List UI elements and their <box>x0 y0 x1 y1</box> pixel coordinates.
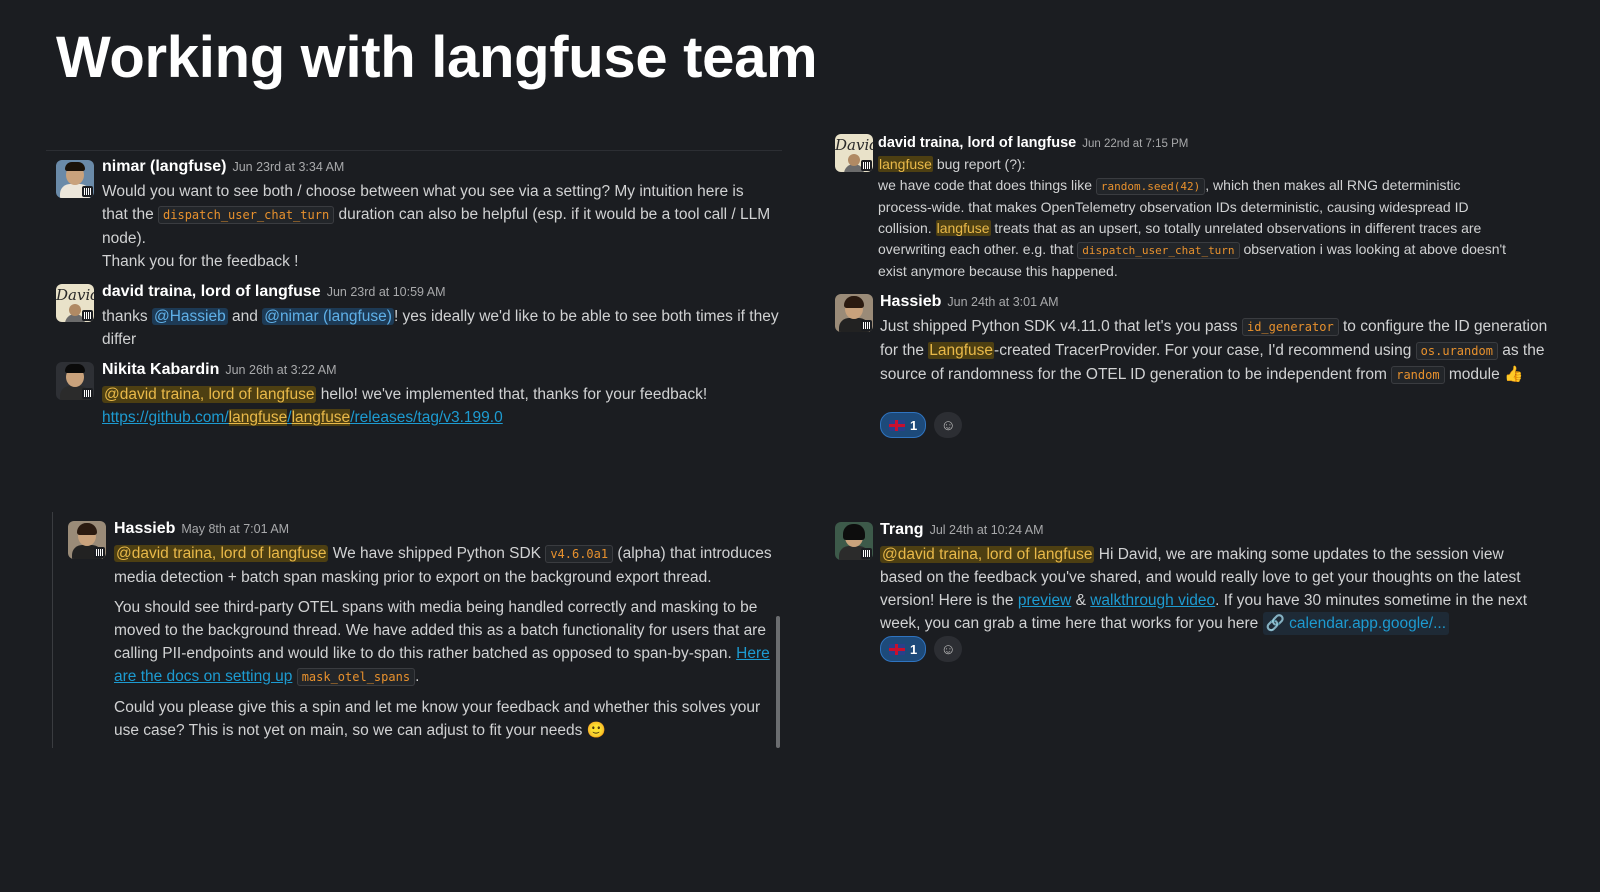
timestamp[interactable]: Jun 22nd at 7:15 PM <box>1082 138 1188 150</box>
code-snippet: id_generator <box>1241 318 1339 336</box>
user-mention[interactable]: @david traina, lord of langfuse <box>102 386 317 403</box>
timestamp[interactable]: Jun 24th at 3:01 AM <box>947 295 1058 309</box>
code-snippet: v4.6.0a1 <box>545 545 614 563</box>
code-snippet: dispatch_user_chat_turn <box>1077 242 1240 259</box>
preview-link[interactable]: preview <box>1018 592 1071 609</box>
code-snippet: random <box>1391 366 1445 384</box>
panel-divider <box>46 150 782 151</box>
author-name[interactable]: david traina, lord of langfuse <box>102 283 321 300</box>
avatar-david[interactable]: David <box>56 284 94 322</box>
avatar-hassieb[interactable] <box>68 521 106 559</box>
add-reaction-icon[interactable]: ☺ <box>934 636 963 662</box>
message-text: langfuse bug report (?): we have code th… <box>878 156 1507 279</box>
code-snippet: dispatch_user_chat_turn <box>158 206 335 224</box>
message-text: @david traina, lord of langfuse hello! w… <box>102 386 708 426</box>
scrollbar[interactable] <box>776 616 780 748</box>
flag-reaction[interactable]: 1 <box>880 412 927 438</box>
author-name[interactable]: Hassieb <box>880 293 941 310</box>
user-mention[interactable]: @nimar (langfuse) <box>262 308 394 325</box>
keyword-highlight: langfuse <box>878 156 933 172</box>
author-name[interactable]: david traina, lord of langfuse <box>878 135 1076 151</box>
timestamp[interactable]: Jul 24th at 10:24 AM <box>930 523 1044 537</box>
message-text: @david traina, lord of langfuse We have … <box>114 542 774 749</box>
author-name[interactable]: Nikita Kabardin <box>102 361 219 378</box>
calendar-link[interactable]: 🔗 calendar.app.google/... <box>1262 612 1450 635</box>
code-snippet: random.seed(42) <box>1095 178 1206 195</box>
avatar-nimar[interactable] <box>56 160 94 198</box>
timestamp[interactable]: Jun 26th at 3:22 AM <box>225 363 336 377</box>
message-header: david traina, lord of langfuse Jun 23rd a… <box>102 283 446 301</box>
message-header: Nikita Kabardin Jun 26th at 3:22 AM <box>102 361 337 379</box>
user-mention[interactable]: @Hassieb <box>151 308 228 325</box>
keyword-highlight: langfuse <box>935 220 991 236</box>
thread-border <box>52 512 53 748</box>
code-snippet: mask_otel_spans <box>296 668 416 686</box>
keyword-highlight: Langfuse <box>928 342 995 359</box>
thumbs-up-emoji-icon: 👍 <box>1504 366 1524 383</box>
user-mention[interactable]: @david traina, lord of langfuse <box>880 546 1095 563</box>
uk-flag-icon <box>889 419 905 431</box>
reactions-bar: 1 ☺ <box>880 636 963 662</box>
message-header: nimar (langfuse) Jun 23rd at 3:34 AM <box>102 158 344 176</box>
add-reaction-icon[interactable]: ☺ <box>934 412 963 438</box>
avatar-trang[interactable] <box>835 522 873 560</box>
message-text: Just shipped Python SDK v4.11.0 that let… <box>880 315 1550 387</box>
smile-emoji-icon: 🙂 <box>586 722 607 739</box>
user-mention[interactable]: @david traina, lord of langfuse <box>114 545 329 562</box>
message-header: david traina, lord of langfuse Jun 22nd a… <box>878 134 1188 152</box>
author-name[interactable]: Hassieb <box>114 520 175 537</box>
timestamp[interactable]: May 8th at 7:01 AM <box>181 522 289 536</box>
message-header: Hassieb Jun 24th at 3:01 AM <box>880 293 1059 311</box>
avatar-hassieb[interactable] <box>835 294 873 332</box>
release-link[interactable]: https://github.com/langfuse/langfuse/rel… <box>102 409 503 426</box>
message-header: Hassieb May 8th at 7:01 AM <box>114 520 289 538</box>
code-snippet: os.urandom <box>1415 342 1498 360</box>
message-text: thanks @Hassieb and @nimar (langfuse)! y… <box>102 308 779 348</box>
author-name[interactable]: nimar (langfuse) <box>102 158 226 175</box>
message-text: Would you want to see both / choose betw… <box>102 183 771 270</box>
link-icon: 🔗 <box>1265 615 1285 632</box>
reactions-bar: 1 ☺ <box>880 412 963 438</box>
walkthrough-video-link[interactable]: walkthrough video <box>1090 592 1215 609</box>
timestamp[interactable]: Jun 23rd at 10:59 AM <box>327 285 446 299</box>
uk-flag-icon <box>889 643 905 655</box>
message-text: @david traina, lord of langfuse Hi David… <box>880 543 1550 635</box>
flag-reaction[interactable]: 1 <box>880 636 927 662</box>
author-name[interactable]: Trang <box>880 521 924 538</box>
message-header: Trang Jul 24th at 10:24 AM <box>880 521 1044 539</box>
timestamp[interactable]: Jun 23rd at 3:34 AM <box>232 160 344 174</box>
page-title: Working with langfuse team <box>56 25 818 90</box>
avatar-nikita[interactable] <box>56 362 94 400</box>
avatar-david[interactable]: David <box>835 134 873 172</box>
